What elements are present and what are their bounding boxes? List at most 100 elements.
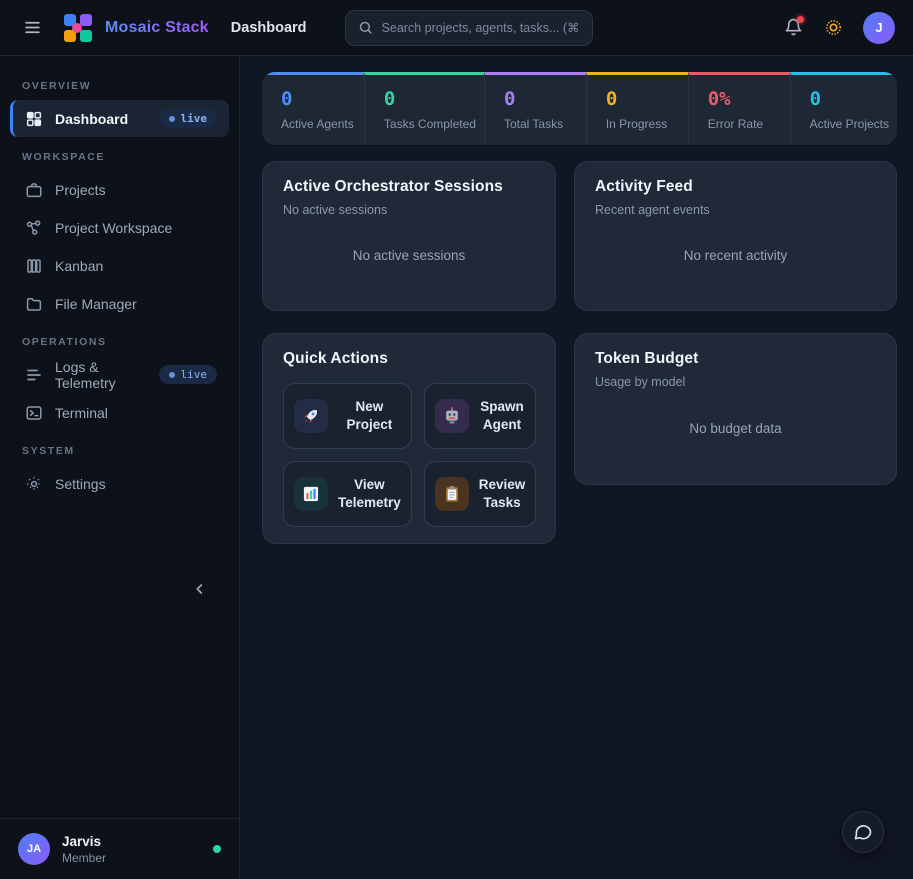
bar-chart-icon [294, 477, 328, 511]
sidebar-item-label: Projects [55, 182, 106, 198]
online-status-dot [213, 845, 221, 853]
section-label-system: SYSTEM [22, 445, 239, 457]
stat-label: In Progress [606, 117, 680, 131]
stat-label: Tasks Completed [384, 117, 476, 131]
sidebar-item-terminal[interactable]: Terminal [10, 394, 229, 431]
live-dot-icon [169, 116, 175, 122]
search-icon [358, 20, 373, 35]
sidebar-item-file-manager[interactable]: File Manager [10, 285, 229, 322]
sidebar-item-label: Dashboard [55, 111, 128, 127]
stat-value: 0 [810, 88, 889, 110]
stat-value: 0 [606, 88, 680, 110]
card-title: Active Orchestrator Sessions [283, 178, 535, 196]
notifications-button[interactable] [777, 12, 809, 44]
top-bar: Mosaic Stack Dashboard J [0, 0, 913, 56]
dashboard-grid-icon [25, 110, 43, 128]
logs-icon [25, 366, 43, 384]
stat-label: Active Projects [810, 117, 889, 131]
quick-action-label: New Project [338, 398, 401, 433]
sidebar-item-settings[interactable]: Settings [10, 465, 229, 502]
clipboard-icon [435, 477, 469, 511]
view-telemetry-button[interactable]: View Telemetry [283, 461, 412, 527]
quick-action-label: View Telemetry [338, 476, 401, 511]
sidebar-item-kanban[interactable]: Kanban [10, 247, 229, 284]
terminal-icon [25, 404, 43, 422]
sidebar-item-label: Settings [55, 476, 106, 492]
sidebar-item-project-workspace[interactable]: Project Workspace [10, 209, 229, 246]
theme-toggle-button[interactable] [817, 12, 849, 44]
rocket-icon [294, 399, 328, 433]
stat-card-tasks-completed: 0 Tasks Completed [364, 72, 484, 145]
live-badge: live [159, 109, 218, 128]
empty-state-text: No active sessions [283, 217, 535, 294]
mosaic-logo-icon [62, 12, 94, 44]
sidebar-item-projects[interactable]: Projects [10, 171, 229, 208]
quick-actions-card: Quick Actions New Project Spawn Agent [262, 333, 556, 544]
card-title: Token Budget [595, 350, 876, 368]
network-icon [25, 219, 43, 237]
quick-action-label: Review Tasks [479, 476, 526, 511]
new-project-button[interactable]: New Project [283, 383, 412, 449]
quick-actions-grid: New Project Spawn Agent View Telemetry [283, 383, 535, 527]
user-name: Jarvis [62, 834, 106, 849]
sidebar-item-label: File Manager [55, 296, 137, 312]
review-tasks-button[interactable]: Review Tasks [424, 461, 537, 527]
main-content: 0 Active Agents 0 Tasks Completed 0 Tota… [240, 56, 913, 879]
stat-card-error-rate: 0% Error Rate [688, 72, 790, 145]
activity-feed-card: Activity Feed Recent agent events No rec… [574, 161, 897, 311]
breadcrumb-page-title: Dashboard [231, 20, 307, 36]
sidebar-item-logs-telemetry[interactable]: Logs & Telemetry live [10, 356, 229, 393]
user-meta: Jarvis Member [62, 834, 106, 865]
quick-action-label: Spawn Agent [479, 398, 526, 433]
card-subtitle: No active sessions [283, 203, 535, 217]
sidebar-collapse-button[interactable] [187, 576, 213, 602]
brand-name: Mosaic Stack [105, 19, 209, 37]
chevron-left-icon [192, 581, 208, 597]
stat-value: 0 [504, 88, 578, 110]
stat-card-active-agents: 0 Active Agents [262, 72, 364, 145]
user-avatar[interactable]: J [863, 12, 895, 44]
empty-state-text: No budget data [595, 389, 876, 468]
stat-label: Total Tasks [504, 117, 578, 131]
briefcase-icon [25, 181, 43, 199]
sidebar-toggle-button[interactable] [16, 12, 48, 44]
user-footer-avatar[interactable]: JA [18, 833, 50, 865]
stat-value: 0 [384, 88, 476, 110]
stat-value: 0% [708, 88, 782, 110]
section-label-workspace: WORKSPACE [22, 151, 239, 163]
user-footer: JA Jarvis Member [0, 818, 239, 879]
stat-value: 0 [281, 88, 356, 110]
sidebar: OVERVIEW Dashboard live WORKSPACE Projec… [0, 56, 240, 879]
sun-icon [824, 18, 843, 37]
gear-icon [25, 475, 43, 493]
stat-card-total-tasks: 0 Total Tasks [484, 72, 586, 145]
chat-bubble-icon [853, 822, 873, 842]
live-dot-icon [169, 372, 175, 378]
stat-label: Active Agents [281, 117, 356, 131]
folder-icon [25, 295, 43, 313]
cards-grid: Active Orchestrator Sessions No active s… [262, 161, 897, 544]
sidebar-item-label: Kanban [55, 258, 103, 274]
card-title: Quick Actions [283, 350, 535, 368]
sidebar-item-label: Project Workspace [55, 220, 172, 236]
header-actions: J [777, 12, 895, 44]
empty-state-text: No recent activity [595, 217, 876, 294]
sidebar-item-label: Logs & Telemetry [55, 359, 147, 391]
search-input[interactable] [382, 21, 580, 35]
spawn-agent-button[interactable]: Spawn Agent [424, 383, 537, 449]
section-label-operations: OPERATIONS [22, 336, 239, 348]
live-badge: live [159, 365, 218, 384]
stats-row: 0 Active Agents 0 Tasks Completed 0 Tota… [262, 72, 897, 145]
chat-fab-button[interactable] [842, 811, 884, 853]
card-subtitle: Usage by model [595, 375, 876, 389]
notification-dot [797, 16, 804, 23]
stat-card-in-progress: 0 In Progress [586, 72, 688, 145]
section-label-overview: OVERVIEW [22, 80, 239, 92]
card-subtitle: Recent agent events [595, 203, 876, 217]
token-budget-card: Token Budget Usage by model No budget da… [574, 333, 897, 485]
sidebar-item-label: Terminal [55, 405, 108, 421]
stat-label: Error Rate [708, 117, 782, 131]
kanban-icon [25, 257, 43, 275]
global-search[interactable] [345, 10, 593, 46]
sidebar-item-dashboard[interactable]: Dashboard live [10, 100, 229, 137]
